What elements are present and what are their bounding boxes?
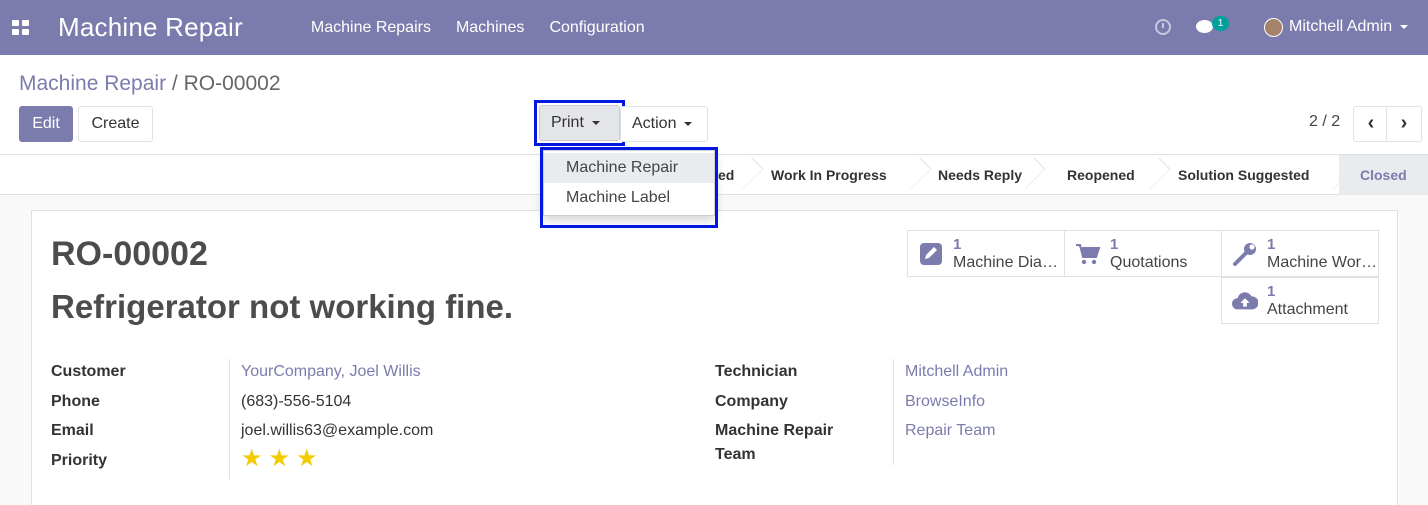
action-label: Action [632,115,677,132]
record-reference: RO-00002 [51,235,208,273]
smart-button-machine-diagnosis[interactable]: 1 Machine Diagnosis [907,230,1065,277]
activity-clock-icon[interactable] [1155,19,1171,35]
control-panel: Machine Repair / RO-00002 Edit Create Pr… [0,55,1428,155]
edit-button[interactable]: Edit [19,106,73,142]
smart-button-attachment[interactable]: 1 Attachment [1221,277,1379,324]
create-button[interactable]: Create [78,106,153,142]
technician-value[interactable]: Mitchell Admin [905,363,1008,381]
customer-value[interactable]: YourCompany, Joel Willis [241,363,421,381]
caret-down-icon [1400,24,1409,29]
technician-label: Technician [715,363,798,380]
star-icon[interactable]: ★ [241,447,263,471]
stage-needs-reply[interactable]: Needs Reply [938,155,1030,195]
print-highlight [534,100,625,146]
breadcrumb: Machine Repair / RO-00002 [19,72,281,96]
field-divider [229,359,230,479]
email-label: Email [51,422,94,439]
breadcrumb-separator: / [171,72,178,95]
dropdown-highlight [540,147,718,228]
team-label-line2: Team [715,446,756,463]
apps-menu-icon[interactable] [11,19,29,37]
field-divider [893,359,894,465]
smart-button-count: 1 [953,236,962,253]
chat-icon[interactable] [1196,20,1213,33]
pager-prev-button[interactable]: ‹ [1353,106,1389,142]
pencil-square-icon [918,241,944,267]
user-name: Mitchell Admin [1289,18,1393,35]
priority-label: Priority [51,452,108,469]
avatar[interactable] [1264,18,1283,37]
customer-label: Customer [51,363,126,380]
user-menu[interactable]: Mitchell Admin [1289,18,1409,36]
phone-value: (683)-556-5104 [241,393,352,410]
wrench-icon [1232,241,1258,267]
smart-button-label: Machine Diagnosis [953,254,1063,271]
company-label: Company [715,393,788,410]
smart-button-label: Attachment [1267,301,1348,318]
smart-button-count: 1 [1267,236,1276,253]
stage-partial[interactable]: ed [718,155,748,195]
breadcrumb-parent[interactable]: Machine Repair [19,72,166,95]
app-title[interactable]: Machine Repair [58,12,243,43]
email-value: joel.willis63@example.com [241,422,434,439]
star-icon[interactable]: ★ [269,447,291,471]
cloud-upload-icon [1232,288,1258,314]
company-value[interactable]: BrowseInfo [905,393,985,411]
smart-button-count: 1 [1267,283,1276,300]
team-label-line1: Machine Repair [715,422,834,439]
pager-next-button[interactable]: › [1386,106,1422,142]
stage-work-in-progress[interactable]: Work In Progress [771,155,916,195]
shopping-cart-icon [1075,241,1101,267]
chevron-right-icon: › [1400,112,1408,134]
smart-button-label: Quotations [1110,254,1188,271]
stage-solution-suggested[interactable]: Solution Suggested [1178,155,1338,195]
phone-label: Phone [51,393,100,410]
stage-closed[interactable]: Closed [1339,155,1428,195]
menu-item-machine-repairs[interactable]: Machine Repairs [311,19,431,37]
smart-button-quotations[interactable]: 1 Quotations [1064,230,1222,277]
pager-value: 2 / 2 [1309,113,1341,130]
record-title: Refrigerator not working fine. [51,288,514,325]
star-icon[interactable]: ★ [296,447,318,471]
smart-button-count: 1 [1110,236,1119,253]
priority-stars: ★ ★ ★ [241,447,318,471]
caret-down-icon [684,121,693,126]
smart-button-label: Machine Work Order [1267,254,1377,271]
chevron-left-icon: ‹ [1367,112,1375,134]
top-navbar: Machine Repair Machine Repairs Machines … [0,0,1428,55]
menu-item-machines[interactable]: Machines [456,19,524,37]
smart-button-machine-work-order[interactable]: 1 Machine Work Order [1221,230,1379,277]
chat-count-badge: 1 [1212,16,1229,31]
form-sheet: RO-00002 Refrigerator not working fine. … [31,210,1398,505]
menu-item-configuration[interactable]: Configuration [549,19,644,37]
team-value[interactable]: Repair Team [905,422,995,440]
main-menu: Machine Repairs Machines Configuration [311,19,645,37]
stage-reopened[interactable]: Reopened [1067,155,1155,195]
action-button[interactable]: Action [620,106,708,142]
breadcrumb-current: RO-00002 [183,72,281,95]
